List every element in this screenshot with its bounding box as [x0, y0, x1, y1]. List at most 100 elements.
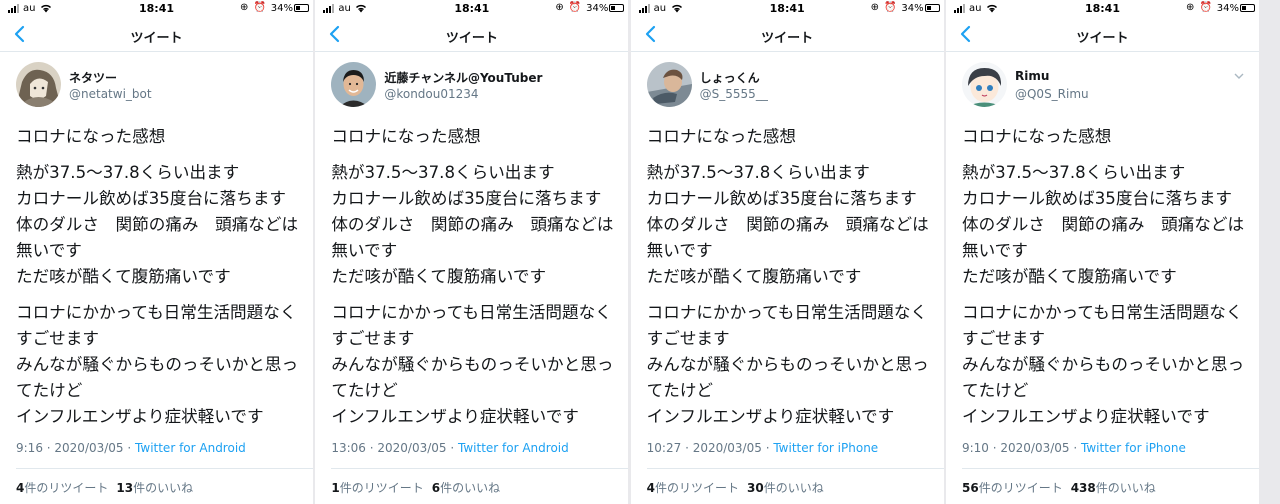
nav-bar: ツイート [945, 18, 1259, 52]
tweet-author: しょっくん @S_5555__ [646, 60, 932, 110]
tweet-line: ただ咳が酷くて腹筋痛いです [961, 267, 1177, 286]
tweet-line: カロナール飲めば35度台に落ちます [961, 189, 1233, 208]
tweet-screen-1: au 18:41 ⊕ ⏰ 34% ツイート ネタツー @netatwi_bot … [0, 0, 313, 504]
display-name[interactable]: 近藤チャンネル@YouTuber [384, 69, 542, 86]
tweet-line: コロナになった感想 [16, 127, 166, 146]
tweet-stats: 1件のリツイート 6件のいいね [331, 479, 500, 496]
tweet-source-link[interactable]: Twitter for Android [135, 441, 246, 455]
like-count[interactable]: 13 [116, 481, 133, 495]
tweet-line: カロナール飲めば35度台に落ちます [331, 189, 602, 208]
chevron-down-icon[interactable] [1233, 72, 1245, 80]
tweet-author: ネタツー @netatwi_bot [16, 60, 301, 110]
retweet-count[interactable]: 1 [331, 481, 339, 495]
meta-separator: · [446, 441, 458, 455]
user-handle[interactable]: @netatwi_bot [69, 87, 152, 101]
alarm-lock-icon: ⊕ ⏰ [239, 2, 267, 13]
tweet-line: 熱が37.5〜37.8くらい出ます [961, 163, 1186, 182]
retweet-count[interactable]: 56 [962, 481, 979, 495]
tweet-screen-2: au 18:41 ⊕ ⏰ 34% ツイート 近藤チャンネル@YouTuber @… [315, 0, 629, 504]
tweet-stats: 4件のリツイート 30件のいいね [647, 479, 824, 496]
avatar[interactable] [961, 62, 1007, 107]
like-label[interactable]: 件のいいね [1096, 481, 1156, 495]
tweet-line: インフルエンザより症状軽いです [16, 407, 264, 426]
tweet-stats: 56件のリツイート 438件のいいね [962, 479, 1156, 496]
tweet-line: すごせます [646, 329, 730, 348]
retweet-count[interactable]: 4 [647, 481, 655, 495]
like-label[interactable]: 件のいいね [440, 481, 500, 495]
user-handle[interactable]: @kondou01234 [384, 87, 478, 101]
tweet-source-link[interactable]: Twitter for iPhone [1081, 441, 1186, 455]
divider [331, 468, 629, 469]
like-label[interactable]: 件のいいね [764, 481, 824, 495]
retweet-label[interactable]: 件のリツイート [24, 481, 108, 495]
alarm-lock-icon: ⊕ ⏰ [1185, 2, 1213, 13]
nav-title: ツイート [761, 31, 814, 46]
nav-bar: ツイート [630, 18, 944, 52]
alarm-lock-icon: ⊕ ⏰ [870, 2, 898, 13]
display-name[interactable]: ネタツー [69, 69, 117, 86]
tweet-line: 無いです [646, 241, 713, 260]
meta-separator: · [1069, 441, 1082, 455]
nav-bar: ツイート [315, 18, 629, 52]
tweet-line: コロナになった感想 [331, 127, 481, 146]
tweet-author: 近藤チャンネル@YouTuber @kondou01234 [331, 60, 616, 110]
meta-separator: · [42, 441, 55, 455]
avatar[interactable] [331, 62, 377, 107]
like-label[interactable]: 件のいいね [133, 481, 193, 495]
tweet-line: ただ咳が酷くて腹筋痛いです [16, 267, 231, 286]
tweet-line: みんなが騒ぐからものっそいかと思っ [16, 355, 299, 374]
user-handle[interactable]: @Q0S_Rimu [1015, 87, 1089, 101]
tweet-line: カロナール飲めば35度台に落ちます [646, 189, 917, 208]
tweet-line: コロナにかかっても日常生活問題なく [646, 303, 928, 322]
meta-separator: · [123, 441, 136, 455]
status-bar: au 18:41 ⊕ ⏰ 34% [0, 0, 313, 18]
divider [16, 468, 313, 469]
tweet-line: コロナにかかっても日常生活問題なく [961, 303, 1243, 322]
retweet-label[interactable]: 件のリツイート [655, 481, 739, 495]
battery-icon [609, 4, 625, 12]
tweet-source-link[interactable]: Twitter for Android [458, 441, 569, 455]
tweet-line: 無いです [331, 241, 398, 260]
meta-separator: · [761, 441, 774, 455]
nav-title: ツイート [130, 31, 183, 46]
meta-separator: · [365, 441, 378, 455]
tweet-line: てたけど [646, 381, 714, 400]
like-count[interactable]: 438 [1071, 481, 1096, 495]
status-bar: au 18:41 ⊕ ⏰ 34% [631, 0, 944, 18]
tweet-line: 熱が37.5〜37.8くらい出ます [16, 163, 240, 182]
status-bar: au 18:41 ⊕ ⏰ 34% [946, 0, 1259, 18]
battery-percent: 34% [270, 3, 293, 14]
tweet-line: 体のダルさ 関節の痛み 頭痛などは [646, 215, 929, 234]
retweet-label[interactable]: 件のリツイート [979, 481, 1063, 495]
alarm-lock-icon: ⊕ ⏰ [555, 2, 583, 13]
tweet-meta: 9:10 · 2020/03/05 · Twitter for iPhone [962, 441, 1186, 455]
tweet-text: コロナになった感想 熱が37.5〜37.8くらい出ます カロナール飲めば35度台… [962, 124, 1254, 430]
tweet-line: 体のダルさ 関節の痛み 頭痛などは [331, 215, 614, 234]
tweet-line: ただ咳が酷くて腹筋痛いです [331, 267, 547, 286]
display-name[interactable]: Rimu [1015, 69, 1049, 83]
tweet-date: 2020/03/05 [692, 441, 762, 455]
tweet-line: 体のダルさ 関節の痛み 頭痛などは [16, 215, 299, 234]
user-handle[interactable]: @S_5555__ [700, 87, 768, 101]
battery-icon [1239, 4, 1255, 12]
tweet-line: 熱が37.5〜37.8くらい出ます [331, 163, 555, 182]
tweet-meta: 13:06 · 2020/03/05 · Twitter for Android [331, 441, 568, 455]
tweet-line: すごせます [961, 329, 1045, 348]
tweet-line: カロナール飲めば35度台に落ちます [16, 189, 287, 208]
avatar[interactable] [16, 62, 61, 107]
tweet-line: みんなが騒ぐからものっそいかと思っ [331, 355, 614, 374]
display-name[interactable]: しょっくん [700, 69, 760, 86]
divider [646, 468, 944, 469]
battery-percent: 34% [901, 3, 924, 14]
like-count[interactable]: 6 [432, 481, 440, 495]
meta-separator: · [988, 441, 1001, 455]
tweet-date: 2020/03/05 [377, 441, 447, 455]
battery-icon [924, 4, 940, 12]
tweet-source-link[interactable]: Twitter for iPhone [773, 441, 878, 455]
meta-separator: · [681, 441, 693, 455]
tweet-line: てたけど [331, 381, 398, 400]
status-bar: au 18:41 ⊕ ⏰ 34% [315, 0, 628, 18]
avatar[interactable] [646, 62, 692, 107]
like-count[interactable]: 30 [747, 481, 764, 495]
retweet-label[interactable]: 件のリツイート [340, 481, 424, 495]
